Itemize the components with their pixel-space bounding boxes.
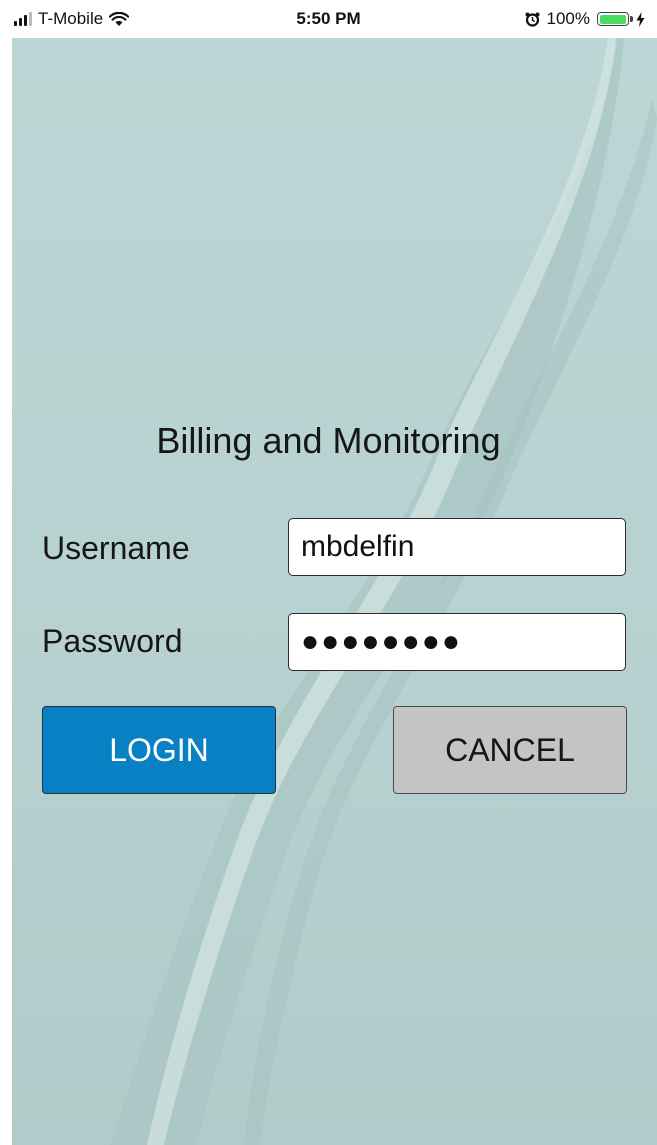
battery-percent: 100% [546, 9, 590, 28]
background-swoosh [110, 38, 657, 1145]
charging-icon [636, 11, 645, 27]
username-input[interactable] [288, 518, 626, 576]
password-input[interactable] [288, 613, 626, 671]
password-label: Password [42, 623, 183, 659]
login-screen: T-Mobile 5:50 PM 100% Billing and Monito… [0, 0, 657, 1145]
username-label: Username [42, 530, 190, 566]
status-right: 100% [525, 9, 645, 29]
status-bar: T-Mobile 5:50 PM 100% [0, 0, 657, 38]
alarm-icon [525, 12, 540, 27]
battery-fill [599, 14, 626, 24]
cancel-button[interactable]: CANCEL [393, 706, 627, 794]
battery-cap [630, 16, 633, 22]
app-background [12, 38, 657, 1145]
app-title: Billing and Monitoring [156, 420, 501, 461]
battery-icon [597, 12, 633, 26]
login-button[interactable]: LOGIN [42, 706, 276, 794]
